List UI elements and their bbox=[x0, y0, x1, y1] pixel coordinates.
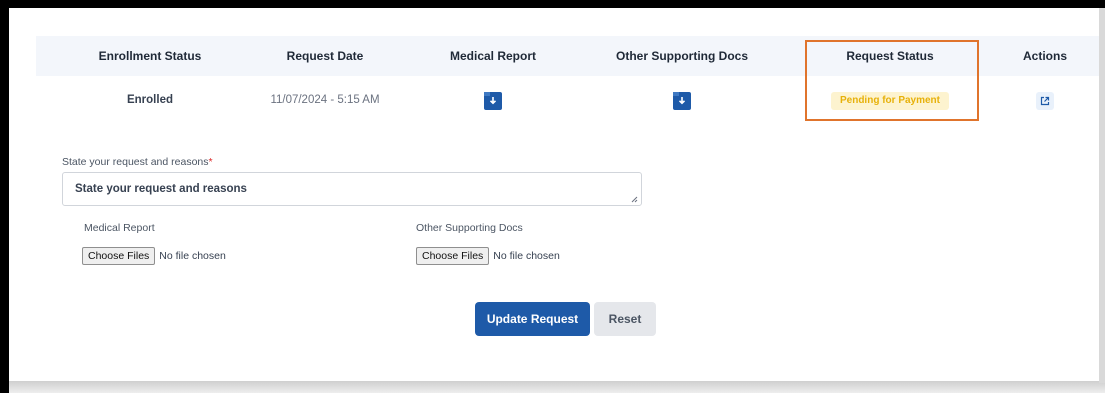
medical-report-file-input: Choose Files No file chosen bbox=[82, 247, 226, 265]
header-request-date: Request Date bbox=[286, 49, 364, 63]
header-enrollment-status: Enrollment Status bbox=[98, 49, 202, 63]
medical-report-label: Medical Report bbox=[84, 222, 155, 234]
header-actions: Actions bbox=[1022, 49, 1067, 63]
supporting-docs-file-input: Choose Files No file chosen bbox=[416, 247, 560, 265]
reason-label: State your request and reasons* bbox=[62, 156, 213, 168]
window-frame-bottom bbox=[9, 381, 1105, 393]
update-request-button[interactable]: Update Request bbox=[475, 302, 590, 336]
header-medical-report: Medical Report bbox=[449, 49, 536, 63]
reason-value: State your request and reasons bbox=[75, 183, 247, 195]
window-frame-top bbox=[0, 0, 1105, 8]
supporting-docs-label: Other Supporting Docs bbox=[416, 222, 523, 234]
reason-textarea[interactable]: State your request and reasons bbox=[62, 172, 642, 206]
supporting-docs-no-file-text: No file chosen bbox=[493, 250, 560, 262]
cell-actions bbox=[1005, 86, 1085, 114]
supporting-docs-download-icon[interactable] bbox=[673, 91, 691, 110]
cell-other-supporting-docs bbox=[602, 86, 762, 114]
cell-request-date: 11/07/2024 - 5:15 AM bbox=[270, 94, 380, 106]
header-other-supporting-docs: Other Supporting Docs bbox=[616, 49, 748, 63]
reset-button[interactable]: Reset bbox=[594, 302, 656, 336]
request-status-highlight bbox=[805, 40, 979, 121]
supporting-docs-choose-files-button[interactable]: Choose Files bbox=[416, 247, 490, 265]
required-mark: * bbox=[208, 156, 213, 168]
medical-report-choose-files-button[interactable]: Choose Files bbox=[82, 247, 156, 265]
window-frame-right bbox=[1099, 8, 1105, 383]
medical-report-download-icon[interactable] bbox=[484, 91, 502, 110]
medical-report-no-file-text: No file chosen bbox=[159, 250, 226, 262]
resize-handle-icon[interactable] bbox=[631, 196, 638, 203]
external-link-icon[interactable] bbox=[1036, 91, 1054, 110]
cell-enrollment-status: Enrolled bbox=[126, 94, 173, 106]
cell-medical-report bbox=[413, 86, 573, 114]
window-frame-left bbox=[0, 0, 9, 393]
